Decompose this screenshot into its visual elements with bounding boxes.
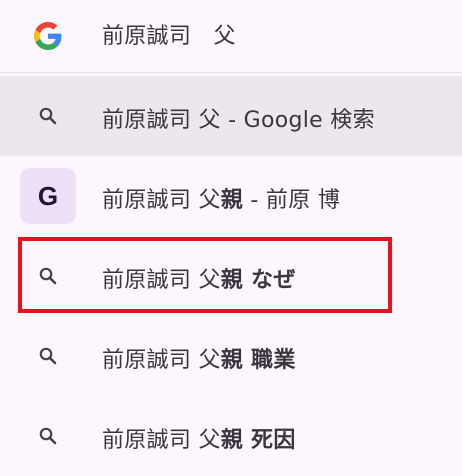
search-input-text[interactable]: 前原誠司 父 — [102, 18, 236, 50]
autocomplete-dropdown: 前原誠司 父 前原誠司 父 - Google 検索 G 前原誠司 父親 - 前原… — [0, 0, 462, 476]
google-g-icon — [20, 8, 76, 64]
divider — [0, 72, 462, 73]
search-icon — [20, 408, 76, 464]
suggestion-item[interactable]: G 前原誠司 父親 - 前原 博 — [0, 156, 462, 236]
google-tile-icon: G — [20, 168, 76, 224]
suggestion-text: 前原誠司 父親 - 前原 博 — [102, 188, 341, 213]
suggestion-item[interactable]: 前原誠司 父親 死因 — [0, 396, 462, 476]
highlight-box — [18, 237, 392, 313]
search-input-row[interactable]: 前原誠司 父 — [0, 0, 462, 72]
suggestion-item[interactable]: 前原誠司 父親 職業 — [0, 316, 462, 396]
search-icon — [20, 88, 76, 144]
suggestion-text: 前原誠司 父親 死因 — [102, 428, 296, 453]
search-icon — [20, 328, 76, 384]
svg-text:G: G — [38, 183, 58, 209]
suggestion-item[interactable]: 前原誠司 父 - Google 検索 — [0, 76, 462, 156]
suggestion-text: 前原誠司 父親 職業 — [102, 348, 296, 373]
suggestion-text: 前原誠司 父 - Google 検索 — [102, 108, 375, 133]
